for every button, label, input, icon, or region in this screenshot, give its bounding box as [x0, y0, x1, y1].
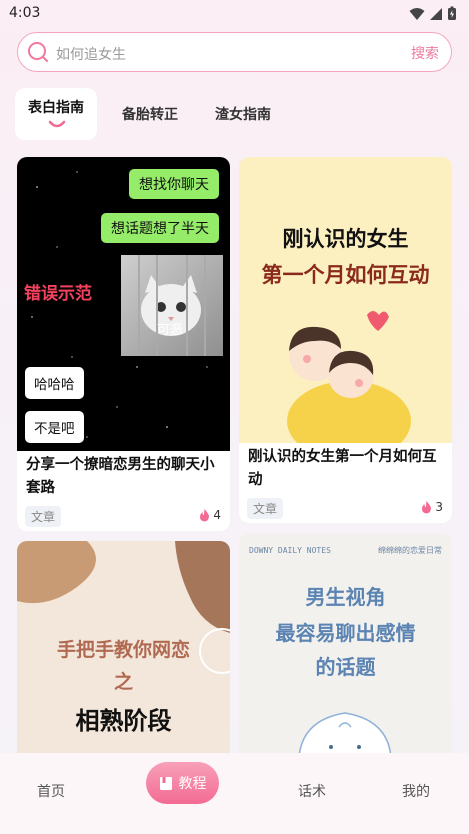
fire-icon	[200, 508, 210, 521]
thumbnail-headline: 刚认识的女生	[282, 227, 409, 251]
thumbnail-subheadline-2: 的话题	[315, 655, 376, 679]
header-left-text: DOWNY DAILY NOTES	[249, 546, 331, 555]
tab-label: 表白指南	[28, 100, 84, 116]
search-button[interactable]: 搜索	[411, 43, 439, 63]
thumbnail-headline: 手把手教你网恋	[56, 639, 190, 661]
header-right-text: 绵绵绵的恋爱日常	[378, 546, 442, 555]
category-tag: 文章	[25, 506, 62, 527]
tab-player-girl-guide[interactable]: 渣女指南	[203, 88, 283, 140]
bottom-navigation: 首页 教程 话术 我的	[0, 753, 469, 834]
likes-count: 4	[199, 508, 221, 522]
likes-value: 3	[435, 500, 443, 514]
category-tag: 文章	[247, 498, 284, 519]
fire-icon	[422, 500, 432, 513]
tab-label: 备胎转正	[122, 107, 178, 123]
nav-profile[interactable]: 我的	[402, 781, 430, 801]
likes-count: 3	[421, 500, 443, 514]
thumbnail-headline: 男生视角	[305, 585, 386, 609]
book-icon	[159, 776, 172, 790]
nav-tutorial[interactable]: 教程	[146, 762, 219, 804]
signal-icon	[430, 7, 442, 20]
cat-caption: 可恶	[157, 323, 184, 338]
wifi-icon	[409, 7, 425, 20]
article-card[interactable]: 手把手教你网恋 之 相熟阶段	[17, 541, 230, 771]
hugging-couple-illustration	[287, 311, 411, 443]
chat-bubble-sent: 想找你聊天	[129, 169, 219, 199]
card-thumbnail: 手把手教你网恋 之 相熟阶段	[17, 541, 230, 771]
tab-label: 渣女指南	[215, 107, 271, 123]
search-bar[interactable]: 如何追女生 搜索	[17, 32, 452, 72]
chat-bubble-received: 哈哈哈	[25, 367, 84, 399]
card-thumbnail: 刚认识的女生 第一个月如何互动	[239, 157, 452, 443]
card-title: 刚认识的女生第一个月如何互动	[248, 449, 437, 488]
thumbnail-connector: 之	[113, 671, 133, 693]
nav-scripts[interactable]: 话术	[298, 781, 326, 801]
cat-meme-image: 可恶	[121, 255, 223, 356]
wrong-example-label: 错误示范	[24, 284, 92, 304]
article-card[interactable]: DOWNY DAILY NOTES 绵绵绵的恋爱日常 男生视角 最容易聊出感情 …	[239, 533, 452, 771]
chat-bubble-received: 不是吧	[25, 411, 84, 443]
tab-confession-guide[interactable]: 表白指南	[15, 88, 97, 140]
nav-home[interactable]: 首页	[37, 781, 65, 801]
card-thumbnail: 想找你聊天 想话题想了半天 错误示范 可恶 哈哈哈 不是吧	[17, 157, 230, 451]
likes-value: 4	[213, 508, 221, 522]
status-time: 4:03	[9, 5, 41, 21]
status-icons	[409, 6, 457, 21]
nav-tutorial-label: 教程	[178, 776, 207, 792]
card-thumbnail: DOWNY DAILY NOTES 绵绵绵的恋爱日常 男生视角 最容易聊出感情 …	[239, 533, 452, 771]
article-card[interactable]: 刚认识的女生 第一个月如何互动 刚认识的女生第一个月如何互动 文章 3	[239, 157, 452, 523]
chat-bubble-sent: 想话题想了半天	[101, 213, 219, 243]
thumbnail-subheadline: 最容易聊出感情	[275, 621, 416, 645]
search-input[interactable]: 如何追女生	[56, 44, 126, 64]
thumbnail-subheadline: 相熟阶段	[75, 707, 172, 735]
thumbnail-subheadline: 第一个月如何互动	[261, 263, 430, 287]
status-bar: 4:03	[0, 0, 469, 28]
active-tab-indicator	[48, 120, 66, 128]
battery-icon	[448, 6, 456, 20]
card-title: 分享一个撩暗恋男生的聊天小套路	[26, 457, 215, 496]
article-card[interactable]: 想找你聊天 想话题想了半天 错误示范 可恶 哈哈哈 不是吧 分享一个撩暗恋男生的…	[17, 157, 230, 531]
tab-backup-to-partner[interactable]: 备胎转正	[110, 88, 190, 140]
search-icon	[28, 42, 48, 62]
